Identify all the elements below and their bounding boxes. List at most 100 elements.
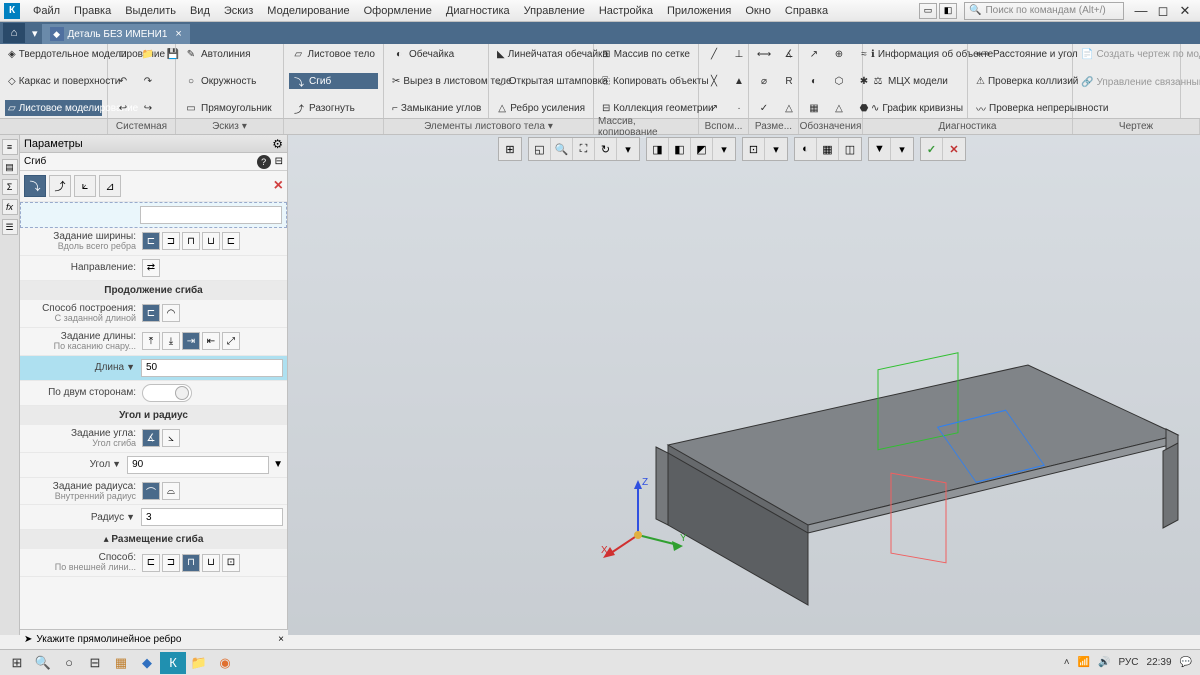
tray-up-icon[interactable]: ˄ [1064,657,1070,668]
collection-button[interactable]: ⊟Коллекция геометрии [599,100,693,116]
width-opt5[interactable]: ⊏ [222,232,240,250]
taskview-icon[interactable]: ⊟ [82,652,108,674]
vp-zoom[interactable]: 🔍 [551,138,573,160]
status-close-icon[interactable]: × [278,634,284,645]
vp-orbit[interactable]: ↻ [595,138,617,160]
layout-icon-1[interactable]: ▭ [919,3,937,19]
place-opt4[interactable]: ⊔ [202,554,220,572]
drawing-button[interactable]: 📄Создать чертеж по модели [1078,46,1175,62]
3d-viewport[interactable]: ⊞ ◱ 🔍 ⛶ ↻ ▾ ◨ ◧ ◩ ▾ ⊡ ▾ ◐ ▦ ◫ [288,135,1200,635]
mode-sheet[interactable]: ▱Листовое моделирование [5,100,102,116]
width-opt2[interactable]: ⊐ [162,232,180,250]
len-opt1[interactable]: ⤒ [142,332,160,350]
tree-toggle-icon[interactable]: ⊟ [275,156,283,167]
menu-sketch[interactable]: Эскиз [217,2,260,20]
vp-shade3[interactable]: ◩ [691,138,713,160]
bend-type-1[interactable]: ⤵ [24,175,46,197]
menu-select[interactable]: Выделить [118,2,183,20]
len-opt3[interactable]: ⇥ [182,332,200,350]
command-search[interactable]: 🔍 Поиск по командам (Alt+/) [964,2,1124,20]
sheetbody-button[interactable]: ▱Листовое тело [289,46,378,62]
vp-more2[interactable]: ▾ [713,138,735,160]
open-stamp-button[interactable]: ◡Открытая штамповка [494,73,588,89]
orientation-triad[interactable]: Z Y X [598,475,688,565]
back-button[interactable]: ↩ [113,100,136,116]
vp-filter[interactable]: ▼ [869,138,891,160]
radius-input[interactable] [141,508,283,526]
vp-cancel[interactable]: ✕ [943,138,965,160]
bend-type-4[interactable]: ⊿ [99,175,121,197]
help-icon[interactable]: ? [257,155,271,169]
list-icon[interactable]: ☰ [2,219,18,235]
ruled-button[interactable]: ◣Линейчатая обечайка [494,46,588,62]
cortana-icon[interactable]: ○ [56,652,82,674]
system-tray[interactable]: ˄ 📶 🔊 РУС 22:39 💬 [1060,657,1196,668]
tab-dropdown-icon[interactable]: ▾ [32,27,38,40]
dim1[interactable]: ⟷ [754,46,777,62]
ann2[interactable]: ⊕ [829,46,852,62]
aux3[interactable]: ╳ [704,73,727,89]
ann5[interactable]: ⬡ [829,73,852,89]
vp-sec3[interactable]: ◫ [839,138,861,160]
app1-icon[interactable]: ▦ [108,652,134,674]
section-placement[interactable]: Размещение сгиба [111,534,203,545]
vp-fit[interactable]: ⛶ [573,138,595,160]
layers-icon[interactable]: ▤ [2,159,18,175]
shell-button[interactable]: ◐Обечайка [389,46,483,62]
notifications-icon[interactable]: 💬 [1180,657,1192,668]
mass-button[interactable]: ⚖МЦХ модели [868,73,962,89]
edge-selection-input[interactable] [140,206,282,224]
circle-button[interactable]: ○Окружность [181,73,278,89]
menu-file[interactable]: Файл [26,2,67,20]
bend-type-3[interactable]: ⟀ [74,175,96,197]
document-tab[interactable]: ◆ Деталь БЕЗ ИМЕНИ1 × [42,24,190,44]
vp-snap[interactable]: ⊞ [499,138,521,160]
twosides-toggle[interactable] [142,384,192,402]
menu-format[interactable]: Оформление [357,2,439,20]
radius-opt1[interactable]: ⌒ [142,482,160,500]
sound-icon[interactable]: 🔊 [1098,657,1110,668]
fx-icon[interactable]: fx [2,199,18,215]
len-opt4[interactable]: ⇤ [202,332,220,350]
len-opt2[interactable]: ⤓ [162,332,180,350]
start-button[interactable]: ⊞ [4,652,30,674]
menu-settings[interactable]: Настройка [592,2,660,20]
vp-more4[interactable]: ▾ [891,138,913,160]
ann8[interactable]: △ [829,100,852,116]
dim3[interactable]: ⌀ [754,73,777,89]
redo-button[interactable]: ↷ [138,73,161,89]
bend-button[interactable]: ⤵Сгиб [289,73,378,89]
menu-window[interactable]: Окно [738,2,778,20]
vp-sec2[interactable]: ▦ [817,138,839,160]
unbend-button[interactable]: ⤴Разогнуть [289,100,378,116]
minimize-button[interactable]: — [1131,2,1151,20]
autoline-button[interactable]: ✎Автолиния [181,46,278,62]
aux1[interactable]: ╱ [704,46,727,62]
app2-icon[interactable]: ◆ [134,652,160,674]
info-button[interactable]: ℹИнформация об объекте [868,46,962,62]
ann1[interactable]: ↗ [804,46,827,62]
rect-button[interactable]: ▭Прямоугольник [181,100,278,116]
bend-type-2[interactable]: ⤴ [49,175,71,197]
maximize-button[interactable]: ◻ [1153,2,1173,20]
array-button[interactable]: ⊞Массив по сетке [599,46,693,62]
open-button[interactable]: 📁 [138,46,161,62]
tab-close-icon[interactable]: × [175,28,181,40]
vp-accept[interactable]: ✓ [921,138,943,160]
curve-button[interactable]: ∿График кривизны [868,100,962,116]
vp-shade1[interactable]: ◨ [647,138,669,160]
mode-surface[interactable]: ◇Каркас и поверхности [5,73,102,89]
width-full[interactable]: ⊏ [142,232,160,250]
menu-manage[interactable]: Управление [517,2,592,20]
dist-button[interactable]: ⟷Расстояние и угол [973,46,1067,62]
mode-solid[interactable]: ◈Твердотельное моделирование [5,46,102,62]
angle-dd-icon[interactable]: ▼ [273,459,283,470]
menu-apps[interactable]: Приложения [660,2,738,20]
collision-button[interactable]: ⚠Проверка коллизий [973,73,1067,89]
angle-input[interactable] [127,456,269,474]
menu-edit[interactable]: Правка [67,2,118,20]
dim5[interactable]: ✓ [754,100,777,116]
links-button[interactable]: 🔗Управление связанными ч... [1078,74,1175,90]
app4-icon[interactable]: ◉ [212,652,238,674]
radius-opt2[interactable]: ⌓ [162,482,180,500]
